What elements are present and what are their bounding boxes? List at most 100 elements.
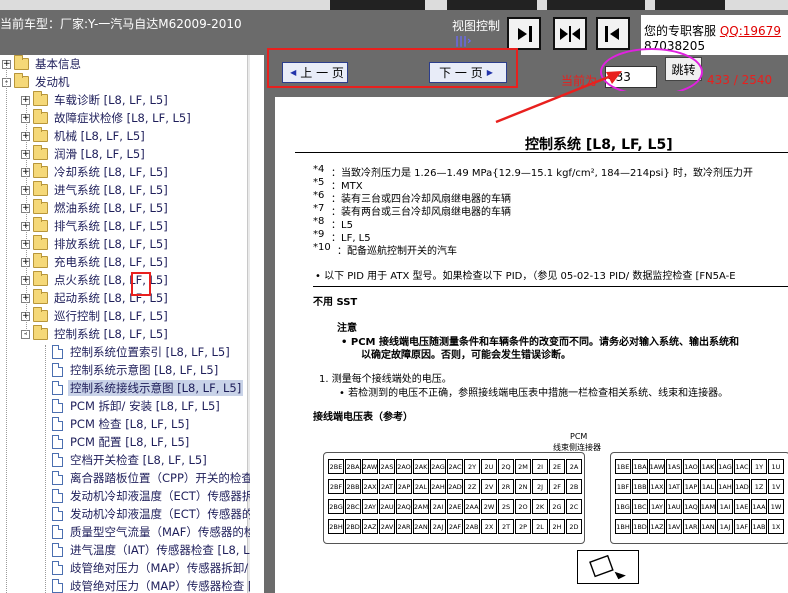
connector-pin: 1AI — [717, 499, 733, 514]
connector-pin: 2Y — [464, 459, 480, 474]
tree-folder-item[interactable]: + 排放系统 [L8, LF, L5] — [21, 235, 170, 253]
tree-folder-item[interactable]: + 排气系统 [L8, LF, L5] — [21, 217, 170, 235]
tree-item-label: 点火系统 [L8, LF, L5] — [54, 273, 168, 287]
tree-folder-item[interactable]: + 车载诊断 [L8, LF, L5] — [21, 91, 170, 109]
tree-doc-item[interactable]: PCM 拆卸/ 安装 [L8, LF, L5] — [40, 397, 222, 415]
annotation-red-arrow — [495, 71, 622, 124]
connector-pin: 2AO — [396, 459, 412, 474]
step-1-bullet: • 若检测到的电压不正确，参照接线端电压表中措施一栏检查相关系统、线束和连接器。 — [339, 388, 729, 399]
connector-pin: 2BD — [345, 519, 361, 534]
connector-pin: 1AO — [683, 459, 699, 474]
tree-item-label: 巡行控制 [L8, LF, L5] — [54, 309, 168, 323]
tree-doc-item[interactable]: 控制系统示意图 [L8, LF, L5] — [40, 361, 220, 379]
tree-folder-item[interactable]: + 充电系统 [L8, LF, L5] — [21, 253, 170, 271]
tree-item-label: 充电系统 [L8, LF, L5] — [54, 255, 168, 269]
tree-doc-item[interactable]: 质量型空气流量（MAF）传感器的检 — [40, 523, 250, 541]
tree-doc-item[interactable]: 进气温度（IAT）传感器检查 [L8, LF — [40, 541, 250, 559]
footnote-mark: *10 — [313, 242, 331, 253]
document-icon — [52, 345, 63, 359]
tree-doc-item[interactable]: 歧管绝对压力（MAP）传感器拆卸/ 安 — [40, 559, 250, 577]
header-bar: 当前车型：厂家:Y-一汽马自达M62009-2010 视图控制 |||› 您的专… — [0, 0, 788, 55]
connector-pin: 1W — [768, 499, 784, 514]
app-window: 当前车型：厂家:Y-一汽马自达M62009-2010 视图控制 |||› 您的专… — [0, 0, 788, 593]
connector-pin: 2J — [532, 479, 548, 494]
tree-doc-item[interactable]: 控制系统位置索引 [L8, LF, L5] — [40, 343, 232, 361]
tree-item-label: 排气系统 [L8, LF, L5] — [54, 219, 168, 233]
tree-item-label: 发动机冷却液温度（ECT）传感器拆卸 — [70, 489, 250, 503]
connector-pin: 2BF — [328, 479, 344, 494]
no-sst-label: 不用 SST — [313, 297, 358, 308]
document-icon — [52, 435, 63, 449]
connector-pin: 2X — [481, 519, 497, 534]
connector-pin: 2AK — [413, 459, 429, 474]
connector-pin: 1AD — [734, 479, 750, 494]
tree-folder-item[interactable]: + 润滑 [L8, LF, L5] — [21, 145, 147, 163]
tree-doc-item[interactable]: 控制系统接线示意图 [L8, LF, L5] — [40, 379, 244, 397]
connector-pin: 1U — [768, 459, 784, 474]
tree-doc-item[interactable]: 空档开关检查 [L8, LF, L5] — [40, 451, 209, 469]
connector-pin: 2U — [481, 459, 497, 474]
connector-pin: 1AQ — [683, 499, 699, 514]
connector-pin: 2AQ — [396, 499, 412, 514]
tree-doc-item[interactable]: PCM 配置 [L8, LF, L5] — [40, 433, 191, 451]
tree-item-label: 控制系统示意图 [L8, LF, L5] — [70, 363, 219, 377]
connector-pin: 1BF — [615, 479, 631, 494]
folder-icon — [33, 163, 48, 178]
tree-folder-item[interactable]: + 进气系统 [L8, LF, L5] — [21, 181, 170, 199]
connector-pin: 2AW — [362, 459, 378, 474]
tree-item-label: 发动机冷却液温度（ECT）传感器的检 — [70, 507, 250, 521]
tree-folder-item[interactable]: + 冷却系统 [L8, LF, L5] — [21, 163, 170, 181]
tree-folder-item[interactable]: + 基本信息 — [2, 55, 83, 73]
view-control-mark: |||› — [455, 34, 472, 47]
service-qq-link[interactable]: QQ:19679 — [720, 24, 781, 38]
connector-pin: 2AL — [413, 479, 429, 494]
connector-pin: 1BE — [615, 459, 631, 474]
connector-pin: 2AG — [430, 459, 446, 474]
split-view-button[interactable] — [553, 17, 587, 50]
connector-pin: 1AP — [683, 479, 699, 494]
title-rule — [295, 152, 788, 153]
expand-icon[interactable]: + — [21, 95, 30, 105]
connector-pin: 2AN — [413, 519, 429, 534]
connector-pin: 1AX — [649, 479, 665, 494]
footnote-text: ：配备巡航控制开关的汽车 — [337, 246, 457, 257]
connector-pin: 2AE — [447, 499, 463, 514]
connector-pin: 1BB — [632, 479, 648, 494]
footnote-mark: *9 — [313, 229, 325, 240]
document-icon — [52, 417, 63, 431]
tree-folder-item[interactable]: + 巡行控制 [L8, LF, L5] — [21, 307, 170, 325]
tree-item-label: 发动机 — [35, 75, 70, 89]
connector-pin: 2AS — [379, 459, 395, 474]
connector-pin: 2AX — [362, 479, 378, 494]
connector-pin: 2L — [532, 519, 548, 534]
document-icon — [52, 543, 63, 557]
connector-pin: 1AN — [700, 519, 716, 534]
tree-doc-item[interactable]: 发动机冷却液温度（ECT）传感器拆卸 — [40, 487, 250, 505]
tree-folder-item[interactable]: + 机械 [L8, LF, L5] — [21, 127, 147, 145]
folder-icon — [14, 55, 29, 70]
connector-pin: 2C — [566, 499, 582, 514]
tree-guide-line — [26, 105, 27, 335]
connector-pin: 2W — [481, 499, 497, 514]
tree-doc-item[interactable]: PCM 检查 [L8, LF, L5] — [40, 415, 191, 433]
connector-pin: 2N — [515, 479, 531, 494]
tree-folder-item[interactable]: + 燃油系统 [L8, LF, L5] — [21, 199, 170, 217]
collapse-right-button[interactable] — [507, 17, 541, 50]
folder-icon — [14, 73, 29, 88]
connector-pin: 2AD — [447, 479, 463, 494]
tree-folder-item[interactable]: + 故障症状检修 [L8, LF, L5] — [21, 109, 193, 127]
connector-pin: 2R — [498, 479, 514, 494]
tree-doc-item[interactable]: 离合器踏板位置（CPP）开关的检查 — [40, 469, 250, 487]
tree-doc-item[interactable]: 歧管绝对压力（MAP）传感器检查 [L8 — [40, 577, 250, 593]
connector-pin: 1AZ — [649, 519, 665, 534]
document-page: 控制系统 [L8, LF, L5] • 以下 PID 用于 ATX 型号。如果检… — [275, 97, 788, 593]
connector-pin: 2BE — [328, 459, 344, 474]
connector-pin: 2AR — [396, 519, 412, 534]
tree-folder-item[interactable]: - 发动机 — [2, 73, 72, 91]
collapse-left-button[interactable] — [596, 17, 630, 50]
tree-item-label: 质量型空气流量（MAF）传感器的检 — [70, 525, 250, 539]
connector-pin: 2K — [532, 499, 548, 514]
tree-doc-item[interactable]: 发动机冷却液温度（ECT）传感器的检 — [40, 505, 250, 523]
folder-icon — [33, 253, 48, 268]
tree-folder-item[interactable]: - 控制系统 [L8, LF, L5] — [21, 325, 170, 343]
